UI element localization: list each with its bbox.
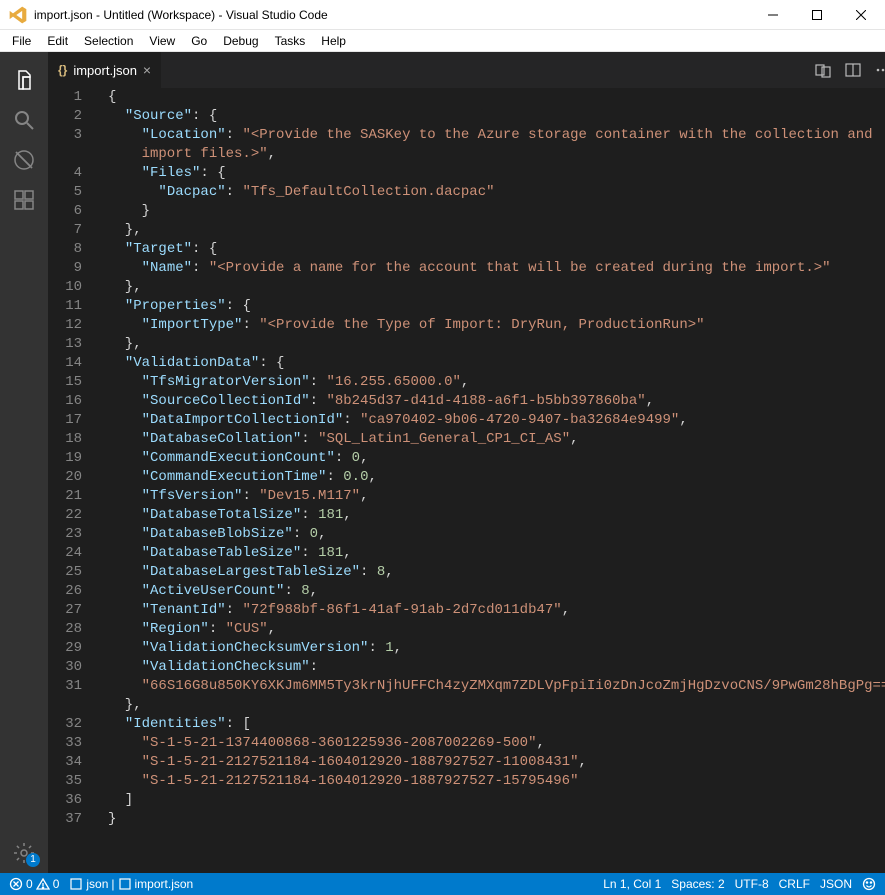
status-eol[interactable]: CRLF bbox=[774, 873, 815, 895]
tabs: {} import.json × bbox=[48, 52, 885, 88]
menu-edit[interactable]: Edit bbox=[39, 32, 76, 50]
vscode-icon bbox=[8, 5, 28, 25]
menu-file[interactable]: File bbox=[4, 32, 39, 50]
menu-view[interactable]: View bbox=[141, 32, 183, 50]
scope-icon bbox=[118, 877, 132, 891]
compare-changes-icon[interactable] bbox=[808, 52, 838, 88]
window-title: import.json - Untitled (Workspace) - Vis… bbox=[34, 8, 751, 22]
status-feedback[interactable] bbox=[857, 873, 881, 895]
extensions-icon[interactable] bbox=[0, 180, 48, 220]
maximize-button[interactable] bbox=[795, 0, 839, 29]
status-scope[interactable]: json | import.json bbox=[64, 873, 198, 895]
status-error-count: 0 bbox=[26, 877, 33, 891]
menu-go[interactable]: Go bbox=[183, 32, 215, 50]
main-area: 1 {} import.json × 123 45678910111213141… bbox=[0, 52, 885, 873]
close-button[interactable] bbox=[839, 0, 883, 29]
status-scope-a: json bbox=[86, 877, 108, 891]
code-editor[interactable]: 123 456789101112131415161718192021222324… bbox=[48, 88, 885, 873]
editor: {} import.json × 123 4567891011121314151… bbox=[48, 52, 885, 873]
tab-label: import.json bbox=[73, 63, 137, 78]
close-tab-icon[interactable]: × bbox=[143, 62, 151, 78]
status-encoding[interactable]: UTF-8 bbox=[730, 873, 774, 895]
explorer-icon[interactable] bbox=[0, 60, 48, 100]
search-icon[interactable] bbox=[0, 100, 48, 140]
smiley-icon bbox=[862, 877, 876, 891]
more-actions-icon[interactable] bbox=[868, 52, 885, 88]
status-problems[interactable]: 0 0 bbox=[4, 873, 64, 895]
scope-icon bbox=[69, 877, 83, 891]
separator: | bbox=[111, 877, 114, 891]
split-editor-icon[interactable] bbox=[838, 52, 868, 88]
titlebar: import.json - Untitled (Workspace) - Vis… bbox=[0, 0, 885, 30]
menubar: File Edit Selection View Go Debug Tasks … bbox=[0, 30, 885, 52]
minimize-button[interactable] bbox=[751, 0, 795, 29]
line-number-gutter: 123 456789101112131415161718192021222324… bbox=[48, 88, 96, 873]
code-content[interactable]: { "Source": { "Location": "<Provide the … bbox=[96, 88, 885, 873]
tab-import-json[interactable]: {} import.json × bbox=[48, 52, 162, 88]
status-scope-b: import.json bbox=[135, 877, 194, 891]
menu-selection[interactable]: Selection bbox=[76, 32, 141, 50]
status-lncol[interactable]: Ln 1, Col 1 bbox=[598, 873, 666, 895]
menu-debug[interactable]: Debug bbox=[215, 32, 266, 50]
activitybar: 1 bbox=[0, 52, 48, 873]
status-lang[interactable]: JSON bbox=[815, 873, 857, 895]
menu-tasks[interactable]: Tasks bbox=[267, 32, 314, 50]
menu-help[interactable]: Help bbox=[313, 32, 354, 50]
settings-badge: 1 bbox=[26, 853, 40, 867]
settings-icon[interactable]: 1 bbox=[0, 833, 48, 873]
warning-icon bbox=[36, 877, 50, 891]
status-spaces[interactable]: Spaces: 2 bbox=[666, 873, 729, 895]
status-warning-count: 0 bbox=[53, 877, 60, 891]
json-file-icon: {} bbox=[58, 63, 67, 77]
error-icon bbox=[9, 877, 23, 891]
debug-icon[interactable] bbox=[0, 140, 48, 180]
statusbar: 0 0 json | import.json Ln 1, Col 1 Space… bbox=[0, 873, 885, 895]
